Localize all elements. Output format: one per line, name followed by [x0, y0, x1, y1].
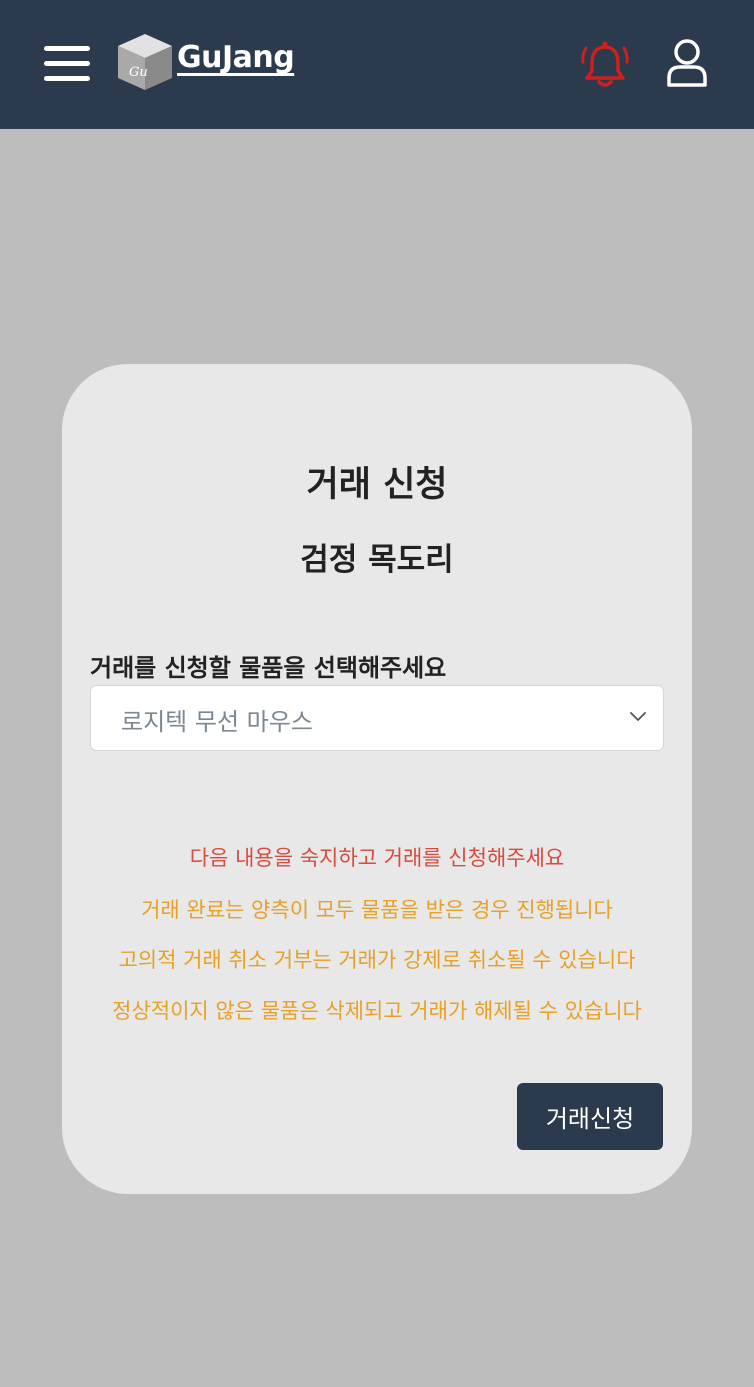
notice-item: 거래 완료는 양측이 모두 물품을 받은 경우 진행됩니다	[141, 898, 613, 922]
card-title: 거래 신청	[306, 465, 448, 505]
hamburger-menu-icon[interactable]	[44, 44, 90, 82]
logo-cube-icon: Gu	[118, 34, 172, 90]
notice-item: 정상적이지 않은 물품은 삭제되고 거래가 해제될 수 있습니다	[112, 999, 642, 1023]
chevron-down-icon	[630, 712, 646, 721]
notice-heading: 다음 내용을 숙지하고 거래를 신청해주세요	[189, 846, 565, 870]
app-header: Gu GuJang	[0, 0, 754, 129]
select-item-label: 거래를 신청할 물품을 선택해주세요	[90, 654, 447, 682]
notice-item: 고의적 거래 취소 거부는 거래가 강제로 취소될 수 있습니다	[118, 948, 636, 972]
item-select-dropdown[interactable]: 로지텍 무선 마우스	[90, 685, 664, 751]
trade-request-button[interactable]: 거래신청	[517, 1083, 663, 1150]
bell-ringing-icon[interactable]	[580, 38, 630, 90]
target-item-name: 검정 목도리	[300, 542, 454, 578]
logo[interactable]: Gu GuJang	[114, 32, 314, 94]
trade-request-card: 거래 신청 검정 목도리 거래를 신청할 물품을 선택해주세요 로지텍 무선 마…	[62, 364, 692, 1194]
user-icon[interactable]	[664, 38, 710, 90]
logo-text: GuJang	[177, 40, 295, 75]
selected-item-value: 로지텍 무선 마우스	[121, 708, 313, 736]
logo-cube-label: Gu	[129, 65, 148, 80]
